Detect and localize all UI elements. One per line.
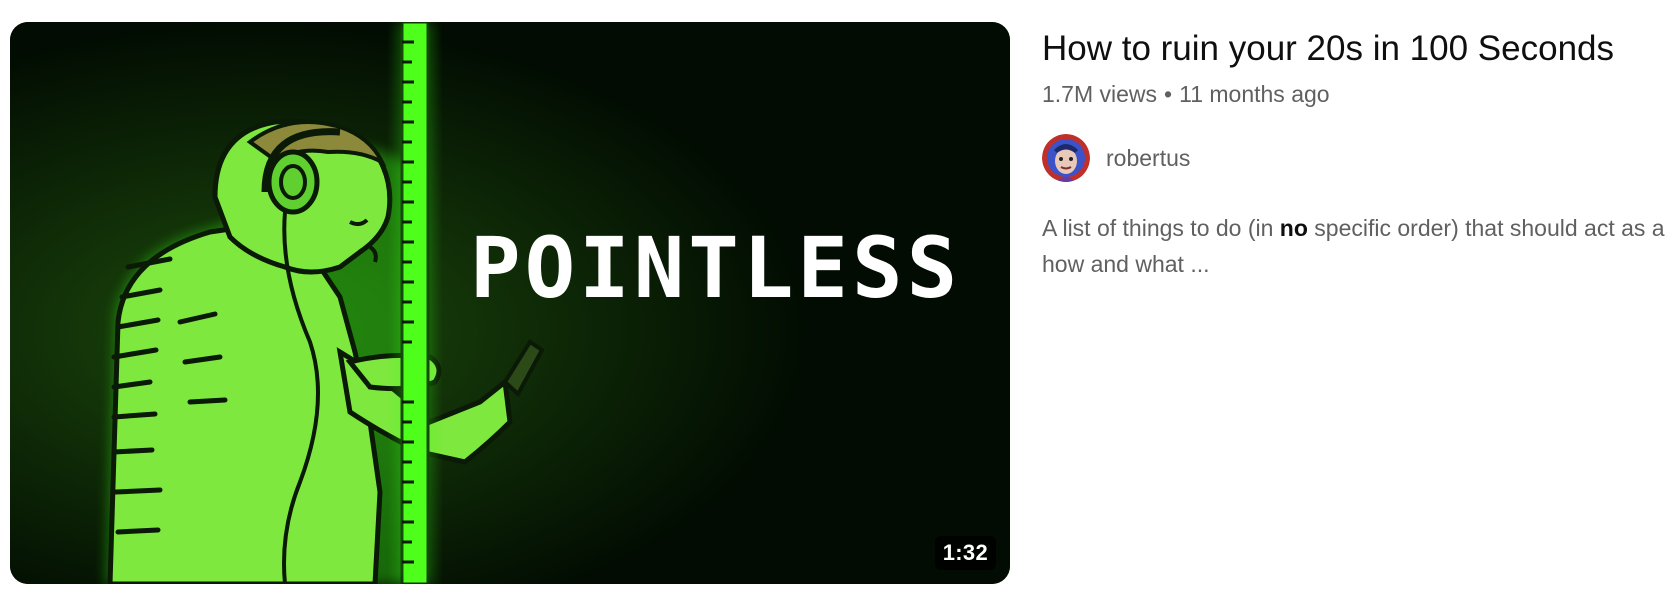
video-thumbnail[interactable]: POINTLESS 1:32 — [10, 22, 1010, 584]
duration-badge: 1:32 — [934, 536, 996, 570]
view-count: 1.7M views — [1042, 81, 1158, 107]
channel-name[interactable]: robertus — [1106, 145, 1190, 172]
video-metadata: 1.7M views • 11 months ago — [1042, 78, 1680, 110]
channel-link[interactable]: robertus — [1042, 134, 1680, 182]
avatar-icon[interactable] — [1042, 134, 1090, 182]
video-info: How to ruin your 20s in 100 Seconds 1.7M… — [1042, 22, 1680, 282]
thumbnail-illustration: POINTLESS — [10, 22, 1010, 584]
description-bold-word: no — [1279, 215, 1308, 241]
meta-separator: • — [1164, 81, 1173, 107]
upload-age: 11 months ago — [1179, 81, 1330, 107]
video-result[interactable]: POINTLESS 1:32 How to ruin your 20s in 1… — [0, 0, 1680, 600]
video-description: A list of things to do (in no specific o… — [1042, 210, 1680, 282]
video-title[interactable]: How to ruin your 20s in 100 Seconds — [1042, 22, 1680, 76]
thumbnail-overlay-text: POINTLESS — [470, 219, 961, 317]
description-line-2: how and what ... — [1042, 251, 1210, 277]
description-line-1: A list of things to do (in no specific o… — [1042, 215, 1665, 241]
